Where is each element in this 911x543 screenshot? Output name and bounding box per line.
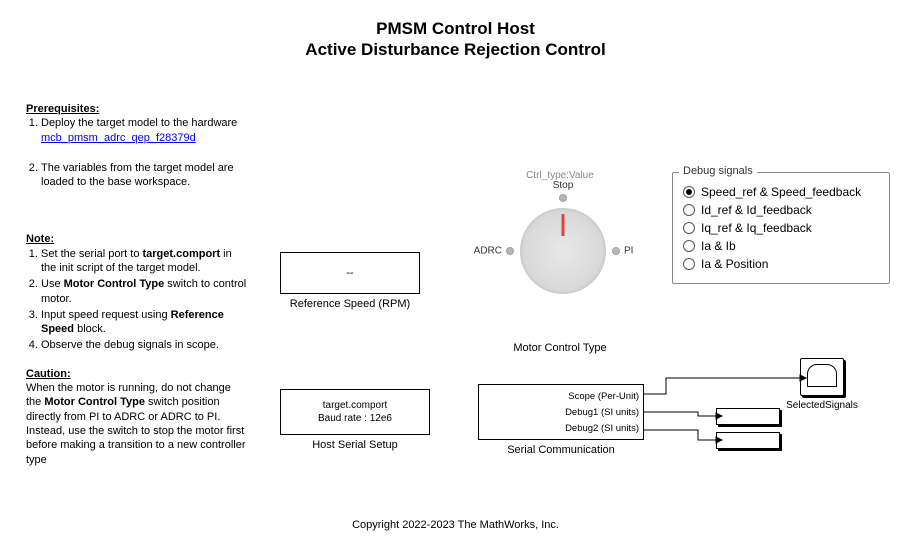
serial-communication-block[interactable]: Scope (Per-Unit) Debug1 (SI units) Debug… (478, 384, 644, 440)
debug-option-4[interactable]: Ia & Position (683, 257, 879, 271)
title-block: PMSM Control Host Active Disturbance Rej… (0, 0, 911, 61)
serial-port-debug1: Debug1 (SI units) (565, 407, 639, 418)
scope-screen (807, 364, 837, 387)
debug-option-label: Speed_ref & Speed_feedback (701, 185, 861, 199)
host-serial-line2: Baud rate : 12e6 (318, 412, 392, 425)
title-line-2: Active Disturbance Rejection Control (0, 39, 911, 60)
note-heading: Note: (26, 233, 54, 245)
knob-tick-adrc (506, 247, 514, 255)
caution-heading: Caution: (26, 368, 71, 380)
host-serial-setup-block[interactable]: target.comport Baud rate : 12e6 (280, 389, 430, 435)
debug-option-label: Ia & Position (701, 257, 768, 271)
scope-label: SelectedSignals (772, 400, 872, 411)
debug-signals-panel: Debug signals Speed_ref & Speed_feedback… (672, 172, 890, 284)
radio-icon (683, 258, 695, 270)
caution-section: Caution: When the motor is running, do n… (26, 367, 248, 467)
debug-option-label: Ia & Ib (701, 239, 736, 253)
model-link[interactable]: mcb_pmsm_adrc_qep_f28379d (41, 132, 196, 144)
debug-option-3[interactable]: Ia & Ib (683, 239, 879, 253)
scope-block[interactable] (800, 358, 844, 396)
debug-option-0[interactable]: Speed_ref & Speed_feedback (683, 185, 879, 199)
debug-option-label: Iq_ref & Iq_feedback (701, 221, 812, 235)
knob-tick-pi (612, 247, 620, 255)
knob-label-pi: PI (624, 246, 633, 257)
title-line-1: PMSM Control Host (0, 18, 911, 39)
motor-control-knob[interactable]: Stop ADRC PI (520, 208, 606, 294)
reference-speed-value: -- (346, 267, 353, 279)
note-section: Note: Set the serial port to target.comp… (26, 232, 248, 352)
serial-communication-label: Serial Communication (478, 444, 644, 456)
prerequisites-section: Prerequisites: Deploy the target model t… (26, 102, 248, 190)
debug-signals-legend: Debug signals (679, 165, 757, 177)
prereq-item-1: Deploy the target model to the hardware … (41, 116, 248, 145)
radio-icon (683, 186, 695, 198)
reference-speed-label: Reference Speed (RPM) (280, 298, 420, 310)
radio-icon (683, 204, 695, 216)
display-block-1[interactable] (716, 408, 780, 425)
motor-control-type-label: Motor Control Type (460, 342, 660, 354)
serial-port-debug2: Debug2 (SI units) (565, 423, 639, 434)
knob-label-adrc: ADRC (474, 246, 502, 257)
radio-icon (683, 222, 695, 234)
note-item-4: Observe the debug signals in scope. (41, 338, 248, 352)
knob-indicator (562, 214, 565, 236)
prereq-item-2: The variables from the target model are … (41, 161, 248, 190)
info-column: Prerequisites: Deploy the target model t… (26, 102, 248, 481)
debug-option-1[interactable]: Id_ref & Id_feedback (683, 203, 879, 217)
knob-label-stop: Stop (553, 180, 574, 191)
host-serial-setup-label: Host Serial Setup (280, 439, 430, 451)
radio-icon (683, 240, 695, 252)
reference-speed-block[interactable]: -- (280, 252, 420, 294)
prerequisites-heading: Prerequisites: (26, 103, 99, 115)
copyright-text: Copyright 2022-2023 The MathWorks, Inc. (0, 519, 911, 531)
note-item-1: Set the serial port to target.comport in… (41, 247, 248, 276)
serial-port-scope: Scope (Per-Unit) (568, 391, 639, 402)
debug-option-2[interactable]: Iq_ref & Iq_feedback (683, 221, 879, 235)
host-serial-line1: target.comport (323, 399, 387, 412)
knob-tick-stop (559, 194, 567, 202)
note-item-3: Input speed request using Reference Spee… (41, 308, 248, 337)
debug-option-label: Id_ref & Id_feedback (701, 203, 812, 217)
display-block-2[interactable] (716, 432, 780, 449)
note-item-2: Use Motor Control Type switch to control… (41, 277, 248, 306)
